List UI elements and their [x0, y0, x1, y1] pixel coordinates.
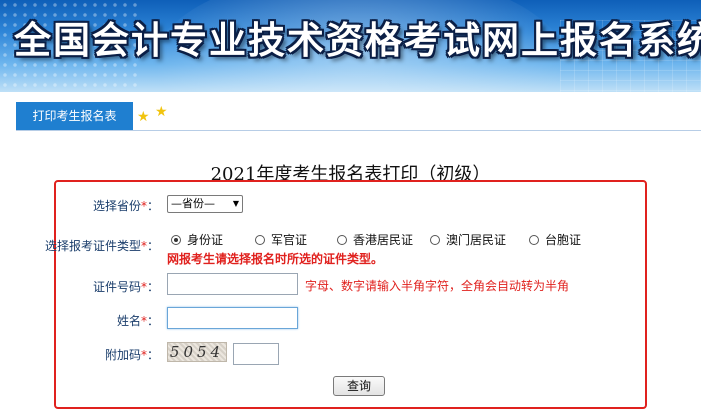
name-input[interactable] [167, 307, 298, 329]
site-title: 全国会计专业技术资格考试网上报名系统 [14, 18, 701, 62]
captcha-input[interactable] [233, 343, 279, 365]
radio-id-card[interactable]: 身份证 [171, 231, 223, 248]
cert-number-label: 证件号码*： [92, 280, 159, 294]
radio-checked-icon [171, 234, 181, 245]
captcha-image[interactable]: 5054 [167, 342, 227, 362]
radio-unchecked-icon [255, 234, 265, 245]
radio-taiwan-compatriot[interactable]: 台胞证 [529, 231, 581, 248]
cert-number-hint: 字母、数字请输入半角字符，全角会自动转为半角 [305, 279, 570, 293]
star-icon: ★ [155, 104, 168, 120]
radio-unchecked-icon [337, 234, 347, 245]
captcha-label: 附加码*： [104, 348, 159, 362]
chevron-down-icon: ▼ [232, 199, 239, 208]
header-banner: 全国会计专业技术资格考试网上报名系统 [0, 0, 701, 92]
radio-macau-resident[interactable]: 澳门居民证 [430, 231, 506, 248]
cert-type-label: 选择报考证件类型*： [44, 239, 159, 253]
cert-type-warning: 网报考生请选择报名时所选的证件类型。 [167, 252, 384, 266]
tab-underline [16, 130, 701, 131]
query-button[interactable]: 查询 [333, 376, 385, 396]
star-icon: ★ [137, 109, 150, 125]
radio-unchecked-icon [430, 234, 440, 245]
name-label: 姓名*： [116, 314, 159, 328]
radio-officer-card[interactable]: 军官证 [255, 231, 307, 248]
tab-print-registration-form[interactable]: 打印考生报名表 [16, 102, 133, 130]
province-select[interactable]: —省份— ▼ [167, 195, 243, 213]
province-label: 选择省份*： [92, 199, 159, 213]
cert-number-input[interactable] [167, 273, 298, 295]
radio-unchecked-icon [529, 234, 539, 245]
radio-hk-resident[interactable]: 香港居民证 [337, 231, 413, 248]
